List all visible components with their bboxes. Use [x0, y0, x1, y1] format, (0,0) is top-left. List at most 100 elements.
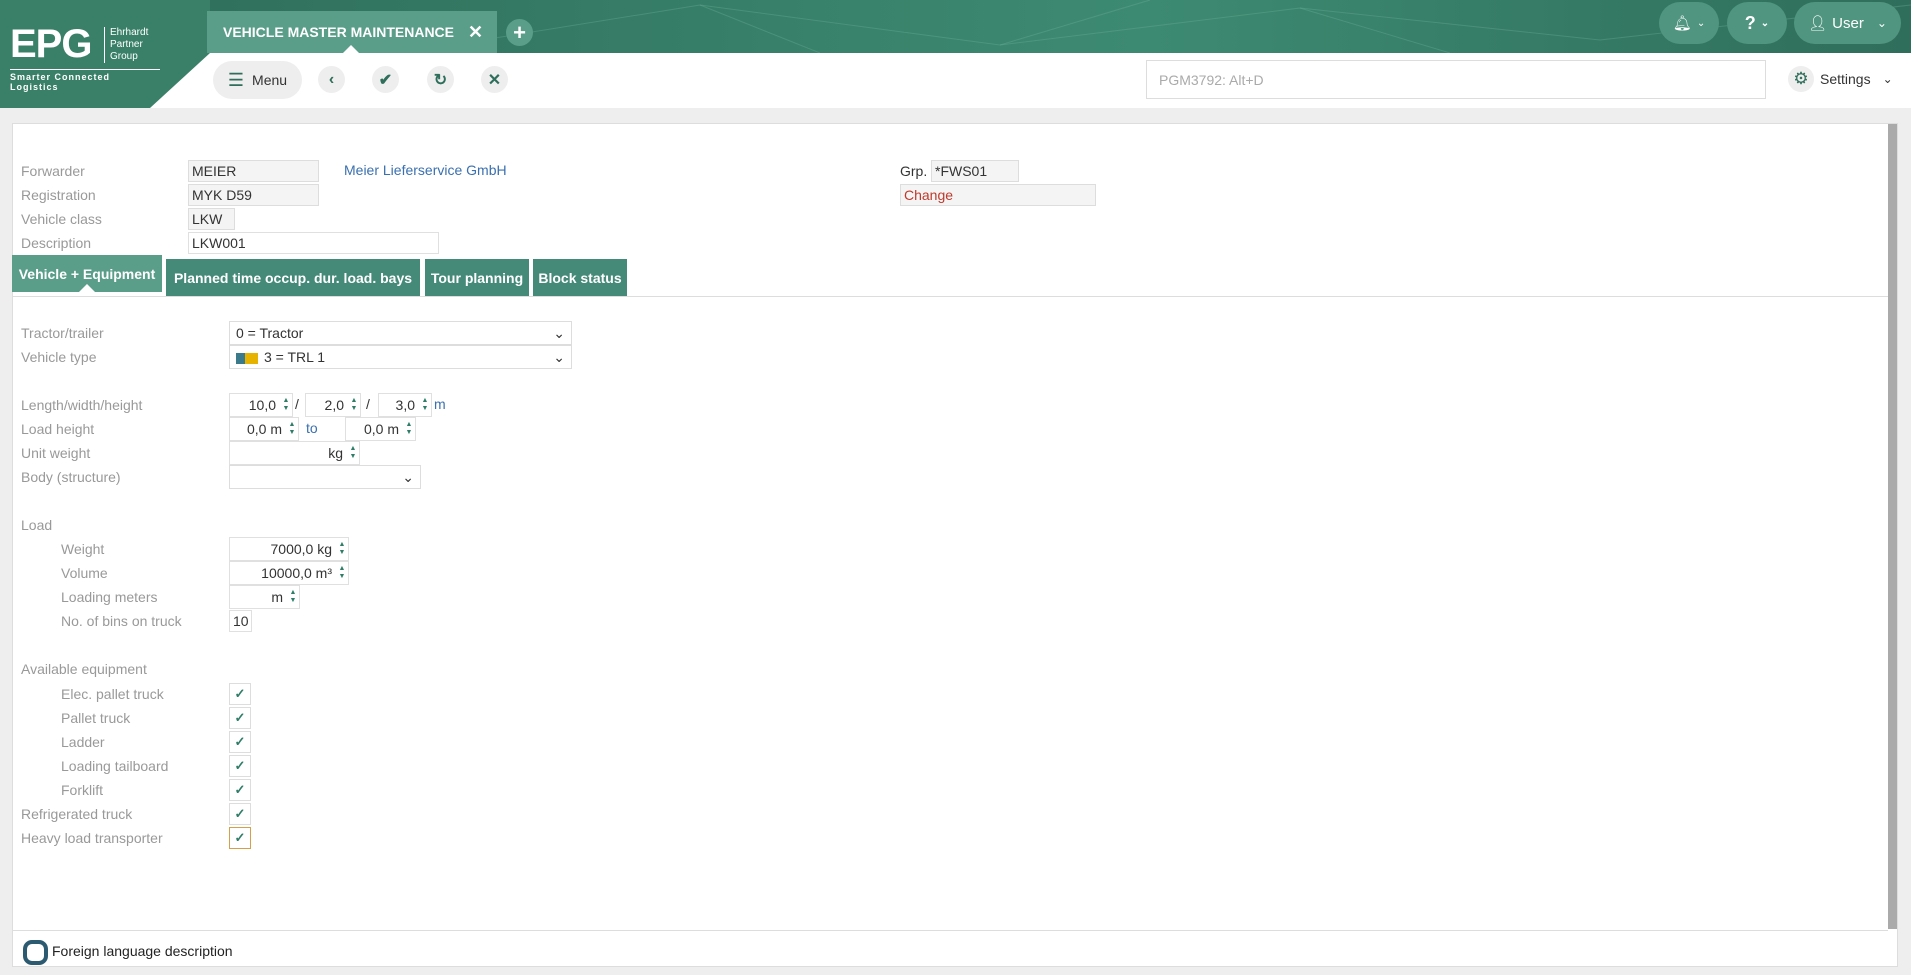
separator: /	[366, 396, 370, 412]
spinner-icon[interactable]: ▲ ▼	[336, 541, 348, 557]
value: 0,0 m	[246, 421, 282, 437]
chevron-down-icon: ⌄	[1876, 16, 1887, 30]
mode-status: Change	[900, 184, 1096, 206]
spinner-icon[interactable]: ▲ ▼	[286, 421, 298, 437]
footer-divider	[13, 930, 1888, 931]
user-label: User	[1832, 14, 1864, 32]
bins-input[interactable]: 10	[229, 610, 252, 632]
length-input[interactable]: 10,0 ▲ ▼	[229, 393, 293, 417]
value: 3,0	[395, 397, 415, 413]
hamburger-icon: ☰	[227, 69, 245, 90]
equipment-checkbox[interactable]: ✓	[229, 803, 251, 825]
logo-line: Partner	[110, 39, 143, 50]
forwarder-label: Forwarder	[21, 163, 85, 179]
truck-icon	[236, 352, 258, 364]
close-icon[interactable]: ✕	[468, 22, 483, 43]
tab-vehicle-master-maintenance[interactable]: VEHICLE MASTER MAINTENANCE ✕	[207, 11, 497, 53]
load-height-to-input[interactable]: 0,0 m ▲ ▼	[345, 417, 416, 441]
user-menu-button[interactable]: 👤︎ User ⌄	[1794, 2, 1901, 44]
equipment-label: Heavy load transporter	[21, 830, 163, 846]
value: 0,0 m	[363, 421, 399, 437]
equipment-checkbox[interactable]: ✓	[229, 707, 251, 729]
chevron-down-icon: ⌄	[553, 349, 565, 365]
chevron-down-icon: ⌄	[1760, 17, 1770, 29]
value: kg	[328, 445, 343, 461]
foreign-language-label: Foreign language description	[52, 943, 233, 959]
equipment-checkbox[interactable]: ✓	[229, 683, 251, 705]
weight-label: Weight	[61, 541, 105, 557]
confirm-icon[interactable]: ✔	[372, 66, 399, 93]
forwarder-field[interactable]: MEIER	[188, 160, 319, 182]
to-label: to	[306, 420, 318, 436]
tab-tour-planning[interactable]: Tour planning	[425, 259, 529, 296]
description-input[interactable]: LKW001	[188, 232, 439, 254]
tractor-trailer-select[interactable]: 0 = Tractor ⌄	[229, 321, 572, 345]
registration-field[interactable]: MYK D59	[188, 184, 319, 206]
help-button[interactable]: ? ⌄	[1727, 2, 1787, 44]
spinner-icon[interactable]: ▲ ▼	[348, 397, 360, 413]
loading-meters-label: Loading meters	[61, 589, 158, 605]
help-icon: ?	[1744, 12, 1756, 33]
selected-value: 3 = TRL 1	[264, 349, 326, 365]
spinner-icon[interactable]: ▲ ▼	[347, 445, 359, 461]
equipment-label: Loading tailboard	[61, 758, 169, 774]
equipment-checkbox[interactable]: ✓	[229, 827, 251, 849]
foreign-language-checkbox[interactable]	[23, 940, 48, 965]
logo-mark: EPG	[10, 22, 92, 66]
value: m	[271, 589, 283, 605]
menu-button[interactable]: ☰ Menu	[213, 61, 302, 99]
refresh-icon[interactable]: ↻	[427, 66, 454, 93]
tab-block-status[interactable]: Block status	[533, 259, 627, 296]
loading-meters-input[interactable]: m ▲ ▼	[229, 585, 300, 609]
equipment-checkbox[interactable]: ✓	[229, 779, 251, 801]
spinner-icon[interactable]: ▲ ▼	[419, 397, 431, 413]
load-label: Load	[21, 517, 53, 533]
volume-input[interactable]: 10000,0 m³ ▲ ▼	[229, 561, 349, 585]
description-label: Description	[21, 235, 92, 251]
volume-label: Volume	[61, 565, 108, 581]
vehicle-type-label: Vehicle type	[21, 349, 97, 365]
back-icon[interactable]: ‹	[318, 66, 345, 93]
spinner-icon[interactable]: ▲ ▼	[403, 421, 415, 437]
tab-vehicle-equipment[interactable]: Vehicle + Equipment	[12, 255, 162, 292]
spinner-icon[interactable]: ▲ ▼	[336, 565, 348, 581]
registration-label: Registration	[21, 187, 96, 203]
load-height-from-input[interactable]: 0,0 m ▲ ▼	[229, 417, 299, 441]
vehicle-class-field[interactable]: LKW	[188, 208, 235, 230]
spinner-icon[interactable]: ▲ ▼	[280, 397, 292, 413]
width-input[interactable]: 2,0 ▲ ▼	[305, 393, 361, 417]
bell-icon: 🔔︎	[1672, 15, 1692, 32]
height-input[interactable]: 3,0 ▲ ▼	[378, 393, 432, 417]
plus-icon[interactable]: +	[506, 19, 533, 46]
equipment-label: Available equipment	[21, 661, 147, 677]
menu-label: Menu	[252, 72, 288, 88]
unit-weight-input[interactable]: kg ▲ ▼	[229, 441, 360, 465]
forwarder-name-link[interactable]: Meier Lieferservice GmbH	[344, 162, 507, 178]
body-select[interactable]: ⌄	[229, 465, 421, 489]
settings-button[interactable]: ⚙ Settings ⌄	[1788, 66, 1893, 92]
program-search-input[interactable]	[1146, 60, 1766, 99]
vehicle-type-select[interactable]: 3 = TRL 1 ⌄	[229, 345, 572, 369]
group-field[interactable]: *FWS01	[931, 160, 1019, 182]
equipment-checkbox[interactable]: ✓	[229, 731, 251, 753]
weight-input[interactable]: 7000,0 kg ▲ ▼	[229, 537, 349, 561]
load-height-label: Load height	[21, 421, 95, 437]
scrollbar[interactable]	[1888, 124, 1897, 929]
logo-tagline: Smarter Connected Logistics	[10, 69, 160, 92]
chevron-down-icon: ⌄	[553, 325, 565, 341]
settings-label: Settings	[1820, 71, 1871, 87]
bins-label: No. of bins on truck	[61, 613, 182, 629]
gear-icon: ⚙	[1788, 66, 1814, 92]
cancel-icon[interactable]: ✕	[481, 66, 508, 93]
tab-planned-time-occupation[interactable]: Planned time occup. dur. load. bays	[166, 259, 420, 296]
spinner-icon[interactable]: ▲ ▼	[287, 589, 299, 605]
equipment-label: Elec. pallet truck	[61, 686, 164, 702]
equipment-label: Pallet truck	[61, 710, 131, 726]
notifications-button[interactable]: 🔔︎ ⌄	[1659, 2, 1719, 44]
vehicle-class-label: Vehicle class	[21, 211, 102, 227]
chevron-down-icon: ⌄	[1696, 17, 1706, 29]
user-icon: 👤︎	[1808, 15, 1828, 32]
equipment-label: Refrigerated truck	[21, 806, 133, 822]
equipment-checkbox[interactable]: ✓	[229, 755, 251, 777]
value: 10,0	[248, 397, 276, 413]
